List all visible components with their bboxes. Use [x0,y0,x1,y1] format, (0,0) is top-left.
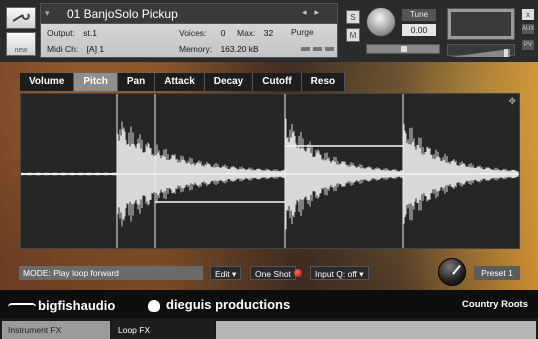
tune-label: Tune [402,9,436,21]
instrument-name-row[interactable]: ▾ 01 BanjoSolo Pickup ◂▸ [41,4,337,24]
input-quantize-dropdown[interactable]: Input Q: off ▾ [310,266,369,280]
instrument-nav-arrows[interactable]: ◂▸ [302,7,327,18]
one-shot-button[interactable]: One Shot [250,266,296,280]
max-voices-field[interactable]: Max: 32 [237,28,273,38]
tab-bar-filler [216,321,536,339]
instrument-info-panel: ▾ 01 BanjoSolo Pickup ◂▸ Output: st.1 Vo… [40,3,338,58]
tab-instrument-fx[interactable]: Instrument FX [2,321,110,339]
instrument-header: new ▾ 01 BanjoSolo Pickup ◂▸ Output: st.… [0,0,538,62]
mode-display: MODE: Play loop forward [19,266,203,280]
preset-label[interactable]: Preset 1 [474,266,520,280]
paw-icon [148,299,160,312]
dieguis-logo: dieguis productions [148,297,290,312]
edit-dropdown[interactable]: Edit ▾ [210,266,242,280]
voices-field: Voices: 0 [179,28,226,38]
tab-attack[interactable]: Attack [155,73,205,91]
output-field[interactable]: Output: st.1 [47,28,97,38]
bigfishaudio-logo: bigfishaudio [8,298,115,313]
instrument-name[interactable]: 01 BanjoSolo Pickup [67,7,178,21]
midi-channel-field[interactable]: Midi Ch: [A] 1 [47,44,104,54]
purge-dropdown[interactable]: Purge [291,27,314,37]
preset-knob[interactable] [438,258,466,286]
collapse-icon[interactable]: ▾ [45,8,50,19]
new-button[interactable]: new [6,32,36,56]
volume-slider[interactable] [447,44,515,57]
fx-tab-bar: Instrument FX Loop FX [0,318,538,339]
brand-footer: bigfishaudio dieguis productions Country… [0,290,538,318]
pan-slider[interactable] [366,44,440,54]
solo-button[interactable]: S [346,10,360,24]
memory-field: Memory: 163.20 kB [179,44,259,54]
level-meter [447,8,515,40]
tune-knob[interactable] [366,7,396,37]
pv-button[interactable]: PV [522,40,534,50]
waveform-display[interactable] [21,94,519,248]
waveform-editor[interactable]: ✥ [20,93,520,249]
aux-button[interactable]: AUX [522,24,534,34]
tab-volume[interactable]: Volume [20,73,75,91]
tab-reso[interactable]: Reso [301,73,346,91]
tab-cutoff[interactable]: Cutoff [253,73,302,91]
tab-loop-fx[interactable]: Loop FX [112,321,214,339]
envelope-tabs: Volume Pitch Pan Attack Decay Cutoff Res… [20,73,346,91]
new-label: new [14,47,28,54]
wrench-icon[interactable] [6,7,36,29]
close-button[interactable]: x [522,9,534,20]
purge-mini-bars [301,47,334,51]
tab-decay[interactable]: Decay [204,73,254,91]
expand-icon[interactable]: ✥ [508,96,516,107]
product-name: Country Roots [462,299,528,310]
tab-pan[interactable]: Pan [117,73,156,91]
pan-slider-thumb[interactable] [401,46,407,52]
fish-icon [8,302,36,311]
mute-button[interactable]: M [346,28,360,42]
instrument-body: Volume Pitch Pan Attack Decay Cutoff Res… [0,62,538,318]
tune-value[interactable]: 0.00 [402,24,436,36]
one-shot-led [294,269,302,277]
tab-pitch[interactable]: Pitch [74,73,118,91]
